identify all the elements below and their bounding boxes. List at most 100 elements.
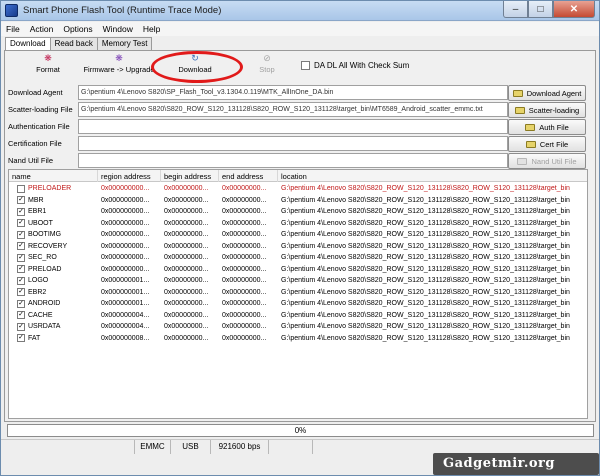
- location-cell: G:\pentium 4\Lenovo S820\S820_ROW_S120_1…: [281, 242, 570, 250]
- scatter-loading-button[interactable]: Scatter-loading: [508, 102, 586, 118]
- table-row[interactable]: ✓ MBR 0x000000000... 0x00000000... 0x0000000…: [9, 195, 587, 207]
- da-dl-checksum-checkbox[interactable]: [301, 61, 310, 70]
- partition-checkbox[interactable]: ✓: [17, 288, 25, 297]
- table-row[interactable]: ✓ ANDROID 0x000000001... 0x00000000... 0x000…: [9, 298, 587, 310]
- menu-options[interactable]: Options: [58, 22, 97, 36]
- table-row[interactable]: ✓ USRDATA 0x000000004... 0x00000000... 0x000…: [9, 321, 587, 333]
- region-address-cell: 0x000000000...: [101, 254, 150, 261]
- scatter-loading-input[interactable]: G:\pentium 4\Lenovo S820\S820_ROW_S120_1…: [78, 102, 508, 117]
- maximize-icon: □: [537, 3, 544, 15]
- minimize-icon: –: [512, 3, 519, 15]
- partition-name: PRELOADER: [28, 185, 72, 193]
- column-header-end[interactable]: end address: [219, 170, 278, 182]
- cert-file-input[interactable]: [78, 136, 508, 151]
- nand-util-button[interactable]: Nand Util File: [508, 153, 586, 169]
- stop-icon: ⊘: [263, 53, 271, 63]
- format-label: Format: [36, 65, 60, 74]
- menu-action[interactable]: Action: [25, 22, 59, 36]
- partition-checkbox[interactable]: ✓: [17, 322, 25, 331]
- da-dl-checksum-option[interactable]: DA DL All With Check Sum: [301, 61, 409, 70]
- location-cell: G:\pentium 4\Lenovo S820\S820_ROW_S120_1…: [281, 219, 570, 227]
- column-header-location[interactable]: location: [278, 170, 587, 182]
- table-row[interactable]: ✓ EBR2 0x000000001... 0x00000000... 0x000000…: [9, 287, 587, 299]
- location-cell: G:\pentium 4\Lenovo S820\S820_ROW_S120_1…: [281, 300, 570, 307]
- partition-checkbox[interactable]: ✓: [17, 299, 25, 308]
- table-row[interactable]: ✓ EBR1 0x000000000... 0x00000000... 0x000000…: [9, 206, 587, 218]
- begin-address-cell: 0x00000000...: [164, 185, 209, 192]
- menu-file[interactable]: File: [1, 22, 25, 36]
- column-header-begin[interactable]: begin address: [161, 170, 219, 182]
- partition-checkbox[interactable]: ✓: [17, 219, 25, 228]
- table-row[interactable]: ✓ SEC_RO 0x000000000... 0x00000000... 0x0000…: [9, 252, 587, 264]
- partition-checkbox[interactable]: ✓: [17, 276, 25, 285]
- scatter-loading-label: Scatter-loading File: [8, 105, 73, 114]
- partition-checkbox[interactable]: ✓: [17, 334, 25, 343]
- maximize-button[interactable]: □: [528, 1, 553, 18]
- location-cell: G:\pentium 4\Lenovo S820\S820_ROW_S120_1…: [281, 311, 570, 319]
- format-button[interactable]: ❋ Format: [34, 53, 62, 79]
- status-baud: 921600 bps: [211, 440, 269, 454]
- partition-checkbox[interactable]: ✓: [17, 311, 25, 320]
- folder-icon: [525, 123, 536, 131]
- location-cell: G:\pentium 4\Lenovo S820\S820_ROW_S120_1…: [281, 208, 570, 215]
- table-row[interactable]: ✓ UBOOT 0x000000000... 0x00000000... 0x00000…: [9, 218, 587, 230]
- auth-file-button[interactable]: Auth File: [508, 119, 586, 135]
- scatter-loading-button-label: Scatter-loading: [528, 105, 580, 115]
- download-agent-button[interactable]: Download Agent: [508, 85, 586, 101]
- minimize-button[interactable]: –: [503, 1, 528, 18]
- partition-checkbox[interactable]: [17, 184, 25, 193]
- partition-checkbox[interactable]: ✓: [17, 230, 25, 239]
- download-agent-input[interactable]: G:\pentium 4\Lenovo S820\SP_Flash_Tool_v…: [78, 85, 508, 100]
- partition-name-cell: ✓ SEC_RO: [9, 252, 95, 264]
- auth-file-label: Authentication File: [8, 122, 70, 131]
- column-header-name[interactable]: name: [9, 170, 98, 182]
- partition-name-cell: ✓ FAT: [9, 333, 95, 345]
- nand-util-input[interactable]: [78, 153, 508, 168]
- status-cell-blank: [269, 440, 313, 454]
- menu-window[interactable]: Window: [98, 22, 138, 36]
- begin-address-cell: 0x00000000...: [164, 219, 209, 227]
- table-row[interactable]: ✓ FAT 0x000000008... 0x00000000... 0x0000000…: [9, 333, 587, 345]
- auth-file-input[interactable]: [78, 119, 508, 134]
- partition-checkbox[interactable]: ✓: [17, 196, 25, 205]
- title-bar[interactable]: Smart Phone Flash Tool (Runtime Trace Mo…: [1, 1, 599, 21]
- table-row[interactable]: ✓ PRELOAD 0x000000000... 0x00000000... 0x000…: [9, 264, 587, 276]
- table-row[interactable]: ✓ LOGO 0x000000001... 0x00000000... 0x000000…: [9, 275, 587, 287]
- partition-checkbox[interactable]: ✓: [17, 242, 25, 251]
- partition-checkbox[interactable]: ✓: [17, 265, 25, 274]
- table-row[interactable]: ✓ RECOVERY 0x000000000... 0x00000000... 0x00…: [9, 241, 587, 253]
- table-row[interactable]: ✓ CACHE 0x000000004... 0x00000000... 0x00000…: [9, 310, 587, 322]
- column-header-region[interactable]: region address: [98, 170, 161, 182]
- partition-name: USRDATA: [28, 323, 61, 331]
- partition-checkbox[interactable]: ✓: [17, 207, 25, 216]
- download-agent-button-label: Download Agent: [526, 88, 582, 98]
- firmware-upgrade-button[interactable]: ❋ Firmware -> Upgrade: [83, 53, 154, 79]
- status-bar: EMMC USB 921600 bps: [1, 439, 599, 454]
- partition-name-cell: ✓ RECOVERY: [9, 241, 95, 253]
- partition-name-cell: ✓ LOGO: [9, 275, 95, 287]
- status-storage: EMMC: [135, 440, 171, 454]
- region-address-cell: 0x000000001...: [101, 288, 150, 296]
- tab-memory-test[interactable]: Memory Test: [96, 37, 153, 50]
- partition-name: EBR1: [28, 208, 47, 216]
- tab-strip: Download Read back Memory Test: [5, 37, 153, 51]
- cert-file-button[interactable]: Cert File: [508, 136, 586, 152]
- region-address-cell: 0x000000000...: [101, 196, 150, 204]
- tab-download[interactable]: Download: [5, 37, 51, 51]
- location-cell: G:\pentium 4\Lenovo S820\S820_ROW_S120_1…: [281, 196, 570, 204]
- partition-name-cell: ✓ BOOTIMG: [9, 229, 95, 241]
- partition-checkbox[interactable]: ✓: [17, 253, 25, 262]
- stop-button[interactable]: ⊘ Stop: [257, 53, 277, 79]
- table-row[interactable]: PRELOADER 0x000000000... 0x00000000... 0x00…: [9, 183, 587, 195]
- partition-table: name region address begin address end ad…: [8, 169, 588, 419]
- table-row[interactable]: ✓ BOOTIMG 0x000000000... 0x00000000... 0x000…: [9, 229, 587, 241]
- cert-file-row: Certification File Cert File: [8, 136, 588, 152]
- location-cell: G:\pentium 4\Lenovo S820\S820_ROW_S120_1…: [281, 265, 570, 273]
- tab-read-back[interactable]: Read back: [49, 37, 98, 50]
- nand-util-label: Nand Util File: [8, 156, 54, 165]
- window-controls: – □ ✕: [503, 1, 595, 18]
- menu-help[interactable]: Help: [138, 22, 165, 36]
- partition-name-cell: ✓ MBR: [9, 195, 95, 207]
- close-button[interactable]: ✕: [553, 1, 595, 18]
- status-cell-empty: [1, 440, 135, 454]
